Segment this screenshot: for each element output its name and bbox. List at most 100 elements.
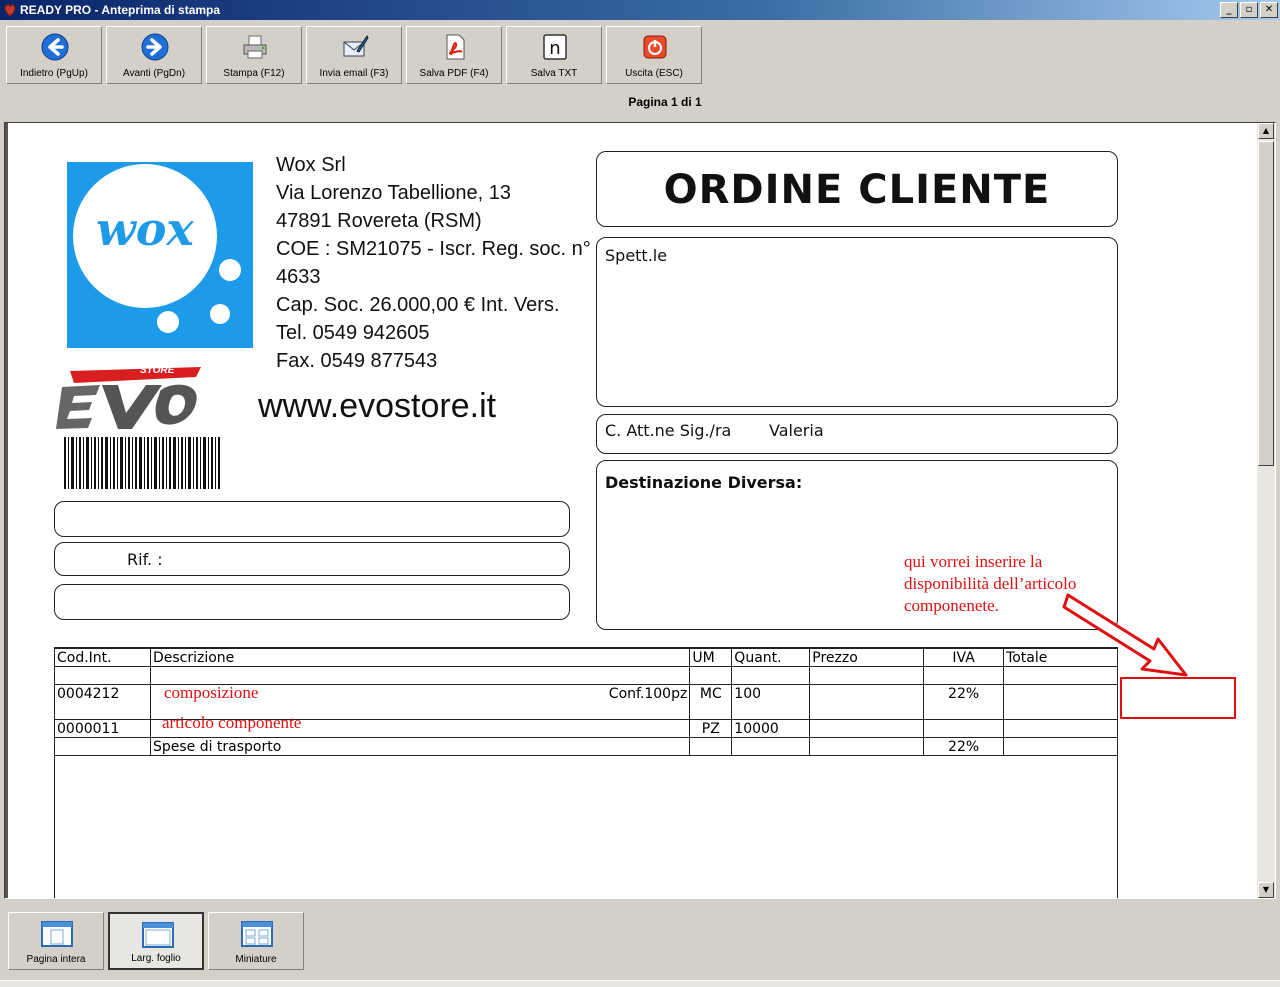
attention-box: C. Att.ne Sig./ra Valeria [596,414,1118,454]
company-fax: Fax. 0549 877543 [276,350,438,372]
app-icon [4,4,16,17]
table-cell [149,666,691,685]
save-pdf-button[interactable]: Salva PDF (F4) [406,26,502,84]
table-cell: 22% [923,684,1005,702]
table-cell [731,666,811,685]
full-page-label: Pagina intera [26,954,86,965]
table-cell [809,737,925,756]
table-row: Spese di trasporto 22% [54,737,1118,756]
table-cell: PZ [689,719,733,738]
company-name: Wox Srl [276,154,346,176]
table-cell [1003,737,1118,756]
scroll-thumb[interactable] [1258,141,1274,466]
annotation-composizione: composizione [164,683,259,702]
document-page: wox Wox Srl Via Lorenzo Tabellione, 13 4… [5,123,1252,898]
col-iva: IVA [923,647,1005,667]
table-cell [923,702,1005,720]
minimize-button[interactable]: _ [1220,2,1238,18]
table-cell [54,737,151,756]
thumbnails-button[interactable]: Miniature [208,912,304,970]
save-txt-button[interactable]: n Salva TXT [506,26,602,84]
col-price: Prezzo [809,647,925,667]
scroll-down-icon[interactable]: ▼ [1258,882,1274,898]
exit-label: Uscita (ESC) [625,68,683,79]
page-width-button[interactable]: Larg. foglio [108,912,204,970]
title-bar: READY PRO - Anteprima di stampa _ ▫ ✕ [0,0,1280,20]
power-icon [643,35,667,59]
col-um: UM [689,647,733,667]
table-row [54,666,1118,685]
table-cell [731,737,811,756]
col-description: Descrizione [149,647,691,667]
table-cell [54,702,151,720]
full-page-button[interactable]: Pagina intera [8,912,104,970]
toolbar: Indietro (PgUp) Avanti (PgDn) Stampa (F1… [0,22,1280,88]
vertical-scrollbar[interactable]: ▲ ▼ [1257,123,1275,898]
page-width-label: Larg. foglio [131,953,181,964]
spett-label: Spett.le [605,246,668,265]
evo-logo-sub: STORE [140,365,175,376]
annotation-note-line: componenete. [904,596,999,615]
back-label: Indietro (PgUp) [20,68,88,79]
table-cell [689,702,733,720]
company-tel: Tel. 0549 942605 [276,322,430,344]
arrow-left-icon [41,33,69,61]
restore-button[interactable]: ▫ [1240,2,1258,18]
table-cell [54,666,151,685]
company-info: Wox Srl Via Lorenzo Tabellione, 13 47891… [276,151,596,375]
printer-icon [243,35,267,59]
table-cell: 0000011 [54,719,151,738]
save-txt-label: Salva TXT [530,68,578,79]
print-button[interactable]: Stampa (F12) [206,26,302,84]
table-cell [689,737,733,756]
view-bar: Pagina intera Larg. foglio Miniature [0,900,1280,986]
table-cell [1003,719,1118,738]
company-logo: wox [60,155,259,354]
barcode-icon [64,437,220,489]
company-reg: 4633 [276,266,321,288]
email-label: Invia email (F3) [319,68,389,79]
annotation-note-line: disponibilità dell’articolo [904,574,1077,593]
exit-button[interactable]: Uscita (ESC) [606,26,702,84]
print-label: Stampa (F12) [223,68,285,79]
table-cell [809,666,925,685]
email-button[interactable]: Invia email (F3) [306,26,402,84]
window-title: READY PRO - Anteprima di stampa [20,3,221,17]
table-cell: 22% [923,737,1005,756]
page-indicator: Pagina 1 di 1 [628,95,702,109]
full-page-icon [41,921,73,947]
company-capital: Cap. Soc. 26.000,00 € Int. Vers. [276,294,560,316]
back-button[interactable]: Indietro (PgUp) [6,26,102,84]
company-city: 47891 Rovereta (RSM) [276,210,482,232]
attention-name: Valeria [769,421,824,440]
scroll-up-icon[interactable]: ▲ [1258,123,1274,139]
preview-area[interactable]: wox Wox Srl Via Lorenzo Tabellione, 13 4… [4,122,1276,899]
forward-button[interactable]: Avanti (PgDn) [106,26,202,84]
col-code: Cod.Int. [54,647,151,667]
info-box-1 [54,501,570,537]
table-cell: 0004212 [54,684,151,702]
arrow-right-icon [141,33,169,61]
destination-label: Destinazione Diversa: [605,473,803,492]
table-cell [731,702,811,720]
notepad-icon: n [543,34,567,60]
close-button[interactable]: ✕ [1260,2,1278,18]
annotation-target-box [1120,677,1236,719]
arrow-annotation-icon [1062,593,1188,677]
attention-label: C. Att.ne Sig./ra [605,421,732,440]
thumbnails-icon [241,921,273,947]
table-cell: 10000 [731,719,811,738]
col-quantity: Quant. [731,647,811,667]
company-coe: COE : SM21075 - Iscr. Reg. soc. n° [276,238,591,260]
table-cell [1003,684,1118,702]
annotation-articolo: articolo componente [162,713,302,732]
table-cell [809,702,925,720]
forward-label: Avanti (PgDn) [122,68,186,79]
table-cell: MC [689,684,733,702]
annotation-note: qui vorrei inserire la disponibilità del… [904,551,1076,617]
customer-box: Spett.le [596,237,1118,407]
thumbnails-label: Miniature [235,954,277,965]
info-box-3 [54,584,570,620]
pdf-icon [446,34,465,60]
table-cell [809,719,925,738]
